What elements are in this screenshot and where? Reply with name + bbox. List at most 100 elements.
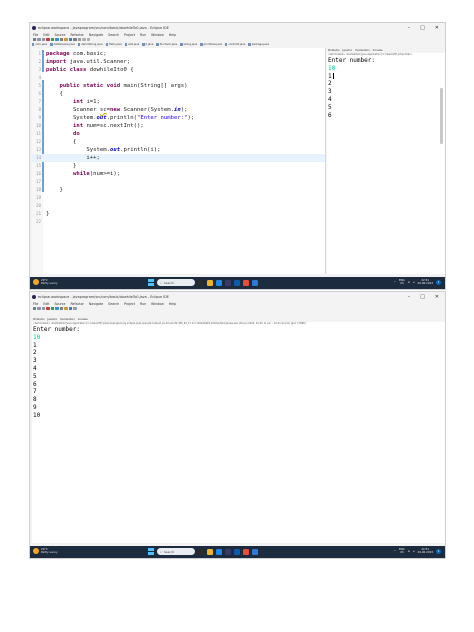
menu-navigate[interactable]: Navigate — [89, 302, 103, 306]
menu-source[interactable]: Source — [55, 302, 66, 306]
debug-icon[interactable] — [46, 306, 50, 311]
minimize-button[interactable]: – — [408, 294, 411, 300]
menu-window[interactable]: Window — [151, 33, 164, 37]
menu-search[interactable]: Search — [108, 33, 119, 37]
coverage-icon[interactable] — [55, 37, 59, 42]
run-icon[interactable] — [50, 37, 55, 42]
debug-icon[interactable] — [46, 37, 50, 42]
menu-file[interactable]: File — [33, 302, 38, 306]
menu-run[interactable]: Run — [140, 302, 146, 306]
editor-tab[interactable]: sum.java — [32, 43, 47, 46]
store-icon[interactable] — [234, 279, 241, 286]
save-all-icon[interactable] — [41, 37, 46, 42]
store-icon[interactable] — [234, 548, 241, 555]
new-icon[interactable] — [33, 37, 37, 42]
new-package-icon[interactable] — [64, 306, 68, 311]
tab-javadoc[interactable]: Javadoc — [48, 318, 58, 321]
menu-edit[interactable]: Edit — [43, 302, 49, 306]
edge-icon[interactable] — [216, 279, 223, 286]
editor-tab[interactable]: ll.java — [142, 43, 153, 46]
notification-badge[interactable]: 1 — [436, 279, 441, 285]
word-icon[interactable] — [252, 548, 259, 555]
coverage-icon[interactable] — [55, 306, 59, 311]
tab-declaration[interactable]: Declaration — [60, 318, 74, 321]
tab-console[interactable]: Console — [372, 49, 383, 52]
editor-tab[interactable]: dataSquare.java — [50, 43, 75, 46]
wifi-icon[interactable]: ≋ — [408, 280, 410, 284]
language-indicator[interactable]: ENG US — [399, 278, 405, 286]
chevron-up-icon[interactable]: ^ — [394, 280, 396, 284]
external-tools-icon[interactable] — [59, 37, 64, 42]
open-type-icon[interactable] — [73, 37, 77, 42]
menu-help[interactable]: Help — [169, 33, 176, 37]
menu-refactor[interactable]: Refactor — [70, 33, 83, 37]
minimize-button[interactable]: – — [408, 25, 411, 31]
menu-run[interactable]: Run — [140, 33, 146, 37]
editor-tab[interactable]: add.java — [124, 43, 139, 46]
weather-widget[interactable]: 29°C Partly sunny — [33, 547, 58, 555]
save-icon[interactable] — [37, 306, 41, 311]
tab-console[interactable]: Console — [77, 318, 88, 321]
volume-icon[interactable]: ◂ — [413, 280, 414, 284]
new-package-icon[interactable] — [64, 37, 68, 42]
menu-help[interactable]: Help — [169, 302, 176, 306]
search-icon[interactable] — [73, 306, 77, 311]
editor-tab[interactable]: Hello.java — [105, 43, 122, 46]
volume-icon[interactable]: ◂ — [413, 549, 414, 553]
menu-edit[interactable]: Edit — [43, 33, 49, 37]
menu-file[interactable]: File — [33, 33, 38, 37]
editor-tab[interactable]: printmiss.java — [200, 43, 222, 46]
tab-problems[interactable]: Problems — [328, 49, 340, 52]
edge-icon[interactable] — [216, 548, 223, 555]
menu-project[interactable]: Project — [124, 302, 135, 306]
start-icon[interactable] — [148, 279, 155, 286]
close-button[interactable]: ✕ — [435, 25, 439, 31]
menu-refactor[interactable]: Refactor — [70, 302, 83, 306]
menu-window[interactable]: Window — [151, 302, 164, 306]
tab-javadoc[interactable]: Javadoc — [343, 49, 353, 52]
chat-icon[interactable] — [198, 548, 205, 555]
editor-tab[interactable]: controlit.java — [224, 43, 245, 46]
chevron-up-icon[interactable]: ^ — [394, 549, 396, 553]
search-icon[interactable] — [77, 37, 82, 42]
maximize-button[interactable]: □ — [420, 294, 425, 300]
editor-tab[interactable]: demoString.java — [77, 43, 103, 46]
new-class-icon[interactable] — [68, 306, 73, 311]
save-all-icon[interactable] — [41, 306, 46, 311]
menu-project[interactable]: Project — [124, 33, 135, 37]
taskbar-search[interactable]: ⌕ Search — [157, 279, 196, 286]
file-explorer-icon[interactable] — [207, 279, 214, 286]
forward-icon[interactable] — [86, 37, 90, 42]
console-scrollbar[interactable] — [440, 88, 443, 144]
chrome-icon[interactable] — [243, 548, 250, 555]
taskbar-search[interactable]: ⌕ Search — [157, 548, 196, 555]
eclipse-taskbar-icon[interactable] — [225, 548, 232, 555]
code-editor[interactable]: 1 package com.basic; 2 import java.util.Sca… — [32, 48, 326, 274]
menu-search[interactable]: Search — [108, 302, 119, 306]
clock[interactable]: 22:51 29-06-2023 — [417, 547, 433, 555]
chrome-icon[interactable] — [243, 279, 250, 286]
back-icon[interactable] — [82, 37, 86, 42]
run-icon[interactable] — [50, 306, 55, 311]
editor-tab[interactable]: package.java — [248, 43, 269, 46]
chat-icon[interactable] — [198, 279, 205, 286]
clock[interactable]: 22:51 29-06-2023 — [417, 278, 433, 286]
start-icon[interactable] — [148, 548, 155, 555]
weather-widget[interactable]: 29°C Partly sunny — [33, 278, 58, 286]
maximize-button[interactable]: □ — [420, 25, 425, 31]
close-button[interactable]: ✕ — [435, 294, 439, 300]
eclipse-taskbar-icon[interactable] — [225, 279, 232, 286]
menu-source[interactable]: Source — [55, 33, 66, 37]
external-tools-icon[interactable] — [59, 306, 64, 311]
editor-tab[interactable]: forcheck.java — [156, 43, 177, 46]
save-icon[interactable] — [37, 37, 41, 42]
tab-problems[interactable]: Problems — [33, 318, 45, 321]
notification-badge[interactable]: 1 — [436, 548, 441, 554]
new-icon[interactable] — [33, 306, 37, 311]
new-class-icon[interactable] — [68, 37, 73, 42]
tab-declaration[interactable]: Declaration — [355, 49, 369, 52]
word-icon[interactable] — [252, 279, 259, 286]
menu-navigate[interactable]: Navigate — [89, 33, 103, 37]
wifi-icon[interactable]: ≋ — [408, 549, 410, 553]
language-indicator[interactable]: ENG US — [399, 547, 405, 555]
